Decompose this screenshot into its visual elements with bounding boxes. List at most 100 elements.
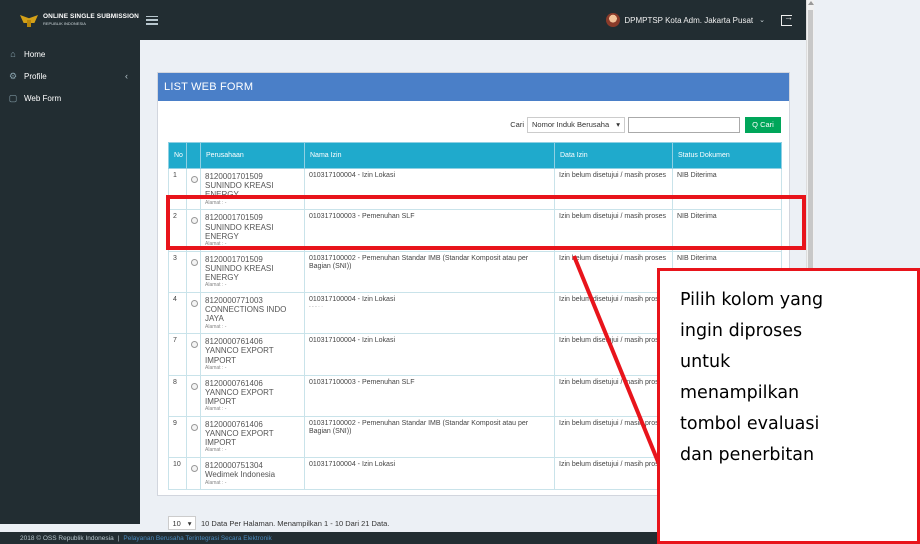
cell-nama-izin: 010317100003 - Pemenuhan SLF [304, 209, 555, 252]
callout-line: tombol evaluasi [680, 414, 820, 434]
instruction-callout: Pilih kolom yang ingin diproses untuk menam… [657, 268, 920, 544]
cell-data-izin: Izin belum disetujui / masih proses [554, 374, 673, 417]
footer-link[interactable]: Pelayanan Berusaha Terintegrasi Secara E… [123, 535, 271, 542]
cell-select[interactable] [186, 209, 201, 252]
column-header-select [186, 142, 201, 169]
cell-perusahaan: 8120001701509 SUNINDO KREASI ENERGY Alamat… [200, 250, 305, 293]
cell-perusahaan: 8120000761406 YANNCO EXPORT IMPORT Alamat … [200, 333, 305, 376]
chevron-down-icon[interactable]: ⌄ [759, 16, 765, 24]
cell-company-name: SUNINDO KREASI ENERGY [205, 181, 274, 200]
row-radio-button[interactable] [191, 341, 198, 349]
gear-icon: ⚙ [8, 70, 18, 81]
cell-nib: 8120000751304 [205, 461, 263, 471]
cell-no: 4 [168, 291, 187, 335]
cell-izin-text: 010317100004 - Izin Lokasi [309, 172, 396, 179]
pagination-info: 10 ▾ 10 Data Per Halaman. Menampilkan 1 … [168, 516, 389, 530]
row-radio-button[interactable] [191, 423, 198, 431]
cell-perusahaan: 8120001701509 SUNINDO KREASI ENERGY Alamat… [200, 167, 305, 211]
cell-select[interactable] [186, 333, 201, 376]
user-avatar[interactable] [606, 13, 621, 27]
cell-alamat: Alamat : - [205, 447, 227, 454]
cell-select[interactable] [186, 374, 201, 417]
column-header-perusahaan: Perusahaan [200, 142, 305, 169]
search-button[interactable]: Q Cari [745, 116, 781, 133]
home-icon: ⌂ [10, 49, 16, 59]
callout-line: menampilkan [680, 383, 800, 403]
cell-alamat: Alamat : - [205, 199, 227, 206]
sidebar-toggle-icon[interactable] [146, 15, 158, 25]
sign-out-icon[interactable] [781, 12, 793, 26]
cell-perusahaan: 8120000751304 Wedimek Indonesia Alamat : - [200, 457, 305, 491]
panel-header: LIST WEB FORM [158, 73, 789, 101]
brand-subtitle: REPUBLIK INDONESIA [43, 20, 86, 26]
cell-nama-izin: 010317100002 - Pemenuhan Standar IMB (St… [304, 250, 555, 293]
cell-nib: 8120000771003 [205, 295, 263, 305]
cell-nama-izin: 010317100004 - Izin Lokasi [304, 167, 555, 211]
cell-alamat: Alamat : - [205, 364, 227, 371]
cell-perusahaan: 8120000761406 YANNCO EXPORT IMPORT Alamat … [200, 374, 305, 417]
row-radio-button[interactable] [191, 217, 198, 225]
cell-nib: 8120001701509 [205, 254, 263, 264]
cell-no: 2 [168, 209, 187, 252]
cell-status: NIB Diterima [672, 209, 782, 252]
sidebar-item-home[interactable]: ⌂ Home [0, 46, 140, 62]
row-radio-button[interactable] [191, 382, 198, 390]
column-header-no: No [168, 142, 187, 169]
callout-line: ingin diproses [680, 321, 803, 341]
sidebar: ⌂ Home ⚙ Profile ‹ ▢ Web Form [0, 40, 140, 524]
cell-select[interactable] [186, 167, 201, 211]
table-row[interactable]: 1 8120001701509 SUNINDO KREASI ENERGY Alama… [168, 167, 782, 211]
cell-alamat: Alamat : - [205, 323, 227, 330]
cell-izin-text: 010317100002 - Pemenuhan Standar IMB (St… [309, 254, 529, 270]
cell-perusahaan: 8120000771003 CONNECTIONS INDO JAYA Alamat… [200, 291, 305, 335]
garuda-emblem-icon [20, 13, 38, 27]
search-bar: Cari Nomor Induk Berusaha ▾ Q Cari [168, 116, 781, 133]
search-label: Cari [510, 120, 524, 129]
cell-perusahaan: 8120001701509 SUNINDO KREASI ENERGY Alamat… [200, 209, 305, 252]
scroll-up-icon[interactable] [808, 1, 814, 5]
cell-izin-text: 010317100004 - Izin Lokasi [309, 461, 396, 469]
row-radio-button[interactable] [191, 299, 198, 307]
footer-copyright: 2018 © OSS Republik Indonesia [20, 534, 114, 542]
footer-separator: | [117, 534, 120, 542]
cell-select[interactable] [186, 457, 201, 491]
cell-data-izin: Izin belum disetujui / masih proses [554, 333, 673, 376]
cell-status: NIB Diterima [672, 167, 782, 211]
cell-data-izin: Izin belum disetujui / masih proses [554, 167, 673, 211]
search-field-select[interactable]: Nomor Induk Berusaha ▾ [527, 116, 625, 133]
cell-nama-izin: 010317100004 - Izin Lokasi [304, 457, 555, 491]
cell-select[interactable] [186, 250, 201, 293]
cell-company-name: YANNCO EXPORT IMPORT [205, 387, 274, 406]
cell-data-izin: Izin belum disetujui / masih proses [554, 209, 673, 252]
row-radio-button[interactable] [191, 465, 198, 473]
row-radio-button[interactable] [191, 176, 198, 183]
top-navbar: ONLINE SINGLE SUBMISSION REPUBLIK INDONE… [0, 0, 806, 40]
sidebar-item-profile[interactable]: ⚙ Profile ‹ [0, 68, 140, 84]
page-title: LIST WEB FORM [164, 81, 254, 93]
sidebar-item-web-form[interactable]: ▢ Web Form [0, 90, 140, 106]
row-radio-button[interactable] [191, 258, 198, 266]
user-menu[interactable]: DPMPTSP Kota Adm. Jakarta Pusat [624, 16, 753, 25]
search-input[interactable] [628, 116, 740, 133]
chevron-down-icon: ▾ [616, 120, 620, 129]
cell-alamat: Alamat : - [205, 479, 227, 486]
form-icon: ▢ [8, 92, 18, 103]
cell-nama-izin: 010317100004 - Izin Lokasi - - - · · [304, 291, 555, 335]
cell-izin-extra: - - - · · [309, 303, 323, 310]
sidebar-item-label: Home [24, 49, 46, 59]
cell-nib: 8120000761406 [205, 419, 263, 429]
page-size-select[interactable]: 10 ▾ [168, 516, 196, 530]
cell-izin-text: 010317100004 - Izin Lokasi [309, 337, 396, 345]
callout-line: dan penerbitan [680, 445, 815, 465]
cell-nama-izin: 010317100004 - Izin Lokasi [304, 333, 555, 376]
cell-nama-izin: 010317100002 - Pemenuhan Standar IMB (St… [304, 415, 555, 459]
cell-alamat: Alamat : - [205, 240, 227, 247]
cell-alamat: Alamat : - [205, 406, 227, 413]
table-row[interactable]: 2 8120001701509 SUNINDO KREASI ENERGY Alama… [168, 209, 782, 252]
cell-nib: 8120001701509 [205, 172, 263, 181]
cell-select[interactable] [186, 291, 201, 335]
cell-select[interactable] [186, 415, 201, 459]
brand-logo[interactable]: ONLINE SINGLE SUBMISSION REPUBLIK INDONE… [0, 0, 140, 40]
chevron-down-icon: ▾ [187, 518, 192, 528]
cell-nib: 8120000761406 [205, 337, 263, 347]
